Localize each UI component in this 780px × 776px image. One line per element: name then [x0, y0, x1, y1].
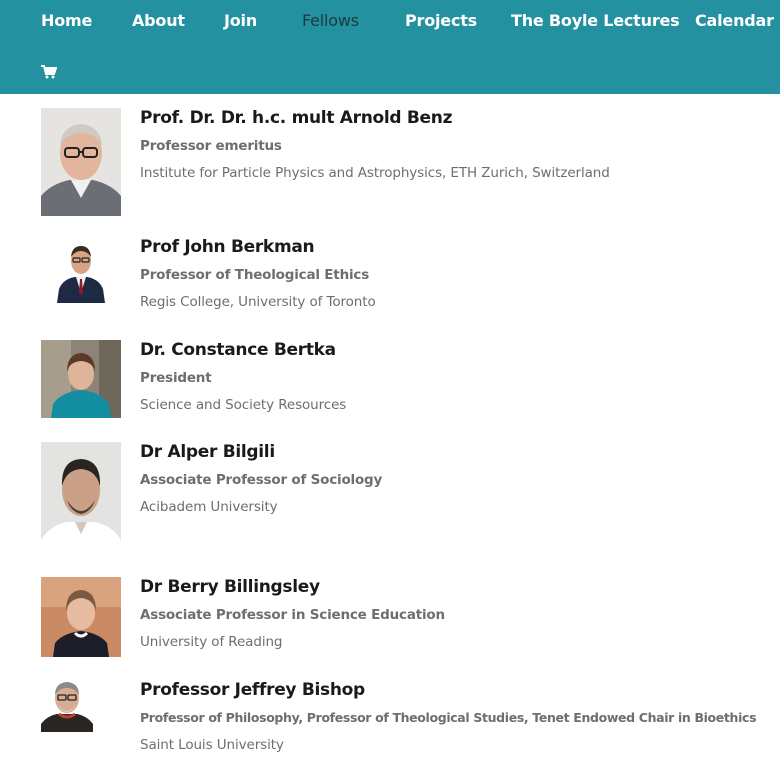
fellow-name[interactable]: Professor Jeffrey Bishop	[140, 680, 365, 700]
fellow-role: Professor of Theological Ethics	[140, 267, 370, 283]
nav-item-join[interactable]: Join	[224, 11, 257, 30]
fellow-institution: University of Reading	[140, 634, 283, 650]
fellow-institution: Science and Society Resources	[140, 397, 347, 413]
fellow-photo[interactable]	[41, 237, 121, 303]
fellow-item: Prof John Berkman Professor of Theologic…	[0, 237, 780, 317]
nav-item-calendar[interactable]: Calendar	[695, 11, 774, 30]
fellow-name[interactable]: Dr Alper Bilgili	[140, 442, 275, 462]
fellow-photo[interactable]	[41, 340, 121, 418]
fellow-name[interactable]: Prof John Berkman	[140, 237, 315, 257]
fellow-item: Dr. Constance Bertka President Science a…	[0, 340, 780, 420]
fellow-item: Dr Berry Billingsley Associate Professor…	[0, 577, 780, 659]
fellow-role: Associate Professor of Sociology	[140, 472, 383, 488]
fellow-institution: Saint Louis University	[140, 737, 284, 753]
nav-item-projects[interactable]: Projects	[405, 11, 477, 30]
fellow-name[interactable]: Dr. Constance Bertka	[140, 340, 336, 360]
fellow-photo[interactable]	[41, 680, 121, 732]
fellow-institution: Regis College, University of Toronto	[140, 294, 376, 310]
nav-item-about[interactable]: About	[132, 11, 185, 30]
fellow-item: Prof. Dr. Dr. h.c. mult Arnold Benz Prof…	[0, 108, 780, 218]
fellow-institution: Acibadem University	[140, 499, 278, 515]
fellow-item: Dr Alper Bilgili Associate Professor of …	[0, 442, 780, 560]
fellow-photo[interactable]	[41, 442, 121, 558]
fellow-institution: Institute for Particle Physics and Astro…	[140, 165, 610, 181]
nav-item-home[interactable]: Home	[41, 11, 92, 30]
nav-item-boyle-lectures[interactable]: The Boyle Lectures	[511, 11, 680, 30]
fellow-name[interactable]: Dr Berry Billingsley	[140, 577, 320, 597]
fellow-photo[interactable]	[41, 577, 121, 657]
fellow-role: Associate Professor in Science Education	[140, 607, 445, 623]
fellow-item: Professor Jeffrey Bishop Professor of Ph…	[0, 680, 780, 760]
fellow-name[interactable]: Prof. Dr. Dr. h.c. mult Arnold Benz	[140, 108, 452, 128]
shopping-cart-icon[interactable]	[41, 64, 58, 79]
fellow-role: President	[140, 370, 212, 386]
fellow-role: Professor of Philosophy, Professor of Th…	[140, 710, 757, 725]
fellow-role: Professor emeritus	[140, 138, 282, 154]
fellow-photo[interactable]	[41, 108, 121, 216]
nav-item-fellows[interactable]: Fellows	[302, 11, 359, 30]
main-navigation: Home About Join Fellows Projects The Boy…	[0, 0, 780, 94]
